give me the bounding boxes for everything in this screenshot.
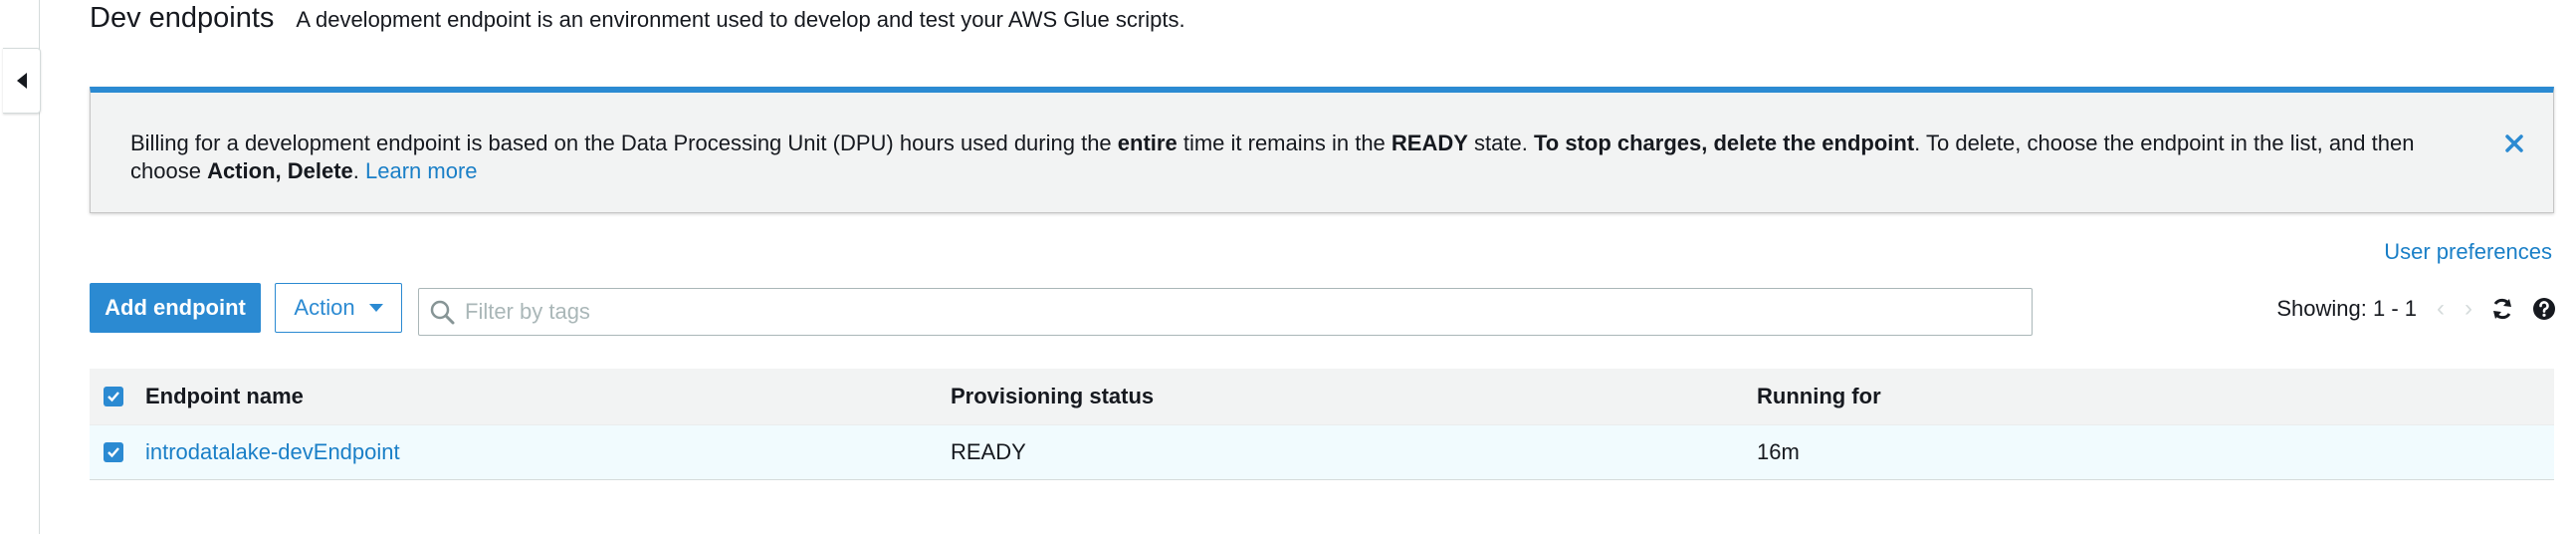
table-header: Endpoint name Provisioning status Runnin…: [90, 369, 2554, 424]
banner-text-part: Billing for a development endpoint is ba…: [130, 131, 1118, 155]
banner-bold-action-delete: Action, Delete: [207, 158, 353, 183]
refresh-icon[interactable]: [2490, 297, 2514, 321]
showing-count: Showing: 1 - 1: [2276, 296, 2417, 321]
row-checkbox[interactable]: [104, 442, 123, 462]
page-description: A development endpoint is an environment…: [296, 7, 1185, 32]
learn-more-link[interactable]: Learn more: [365, 158, 478, 183]
search-icon: [430, 300, 455, 325]
pagination: Showing: 1 - 1 ‹ ›: [2276, 291, 2556, 327]
banner-text-part: time it remains in the: [1177, 131, 1392, 155]
banner-text-part: .: [352, 158, 365, 183]
help-icon[interactable]: [2532, 297, 2556, 321]
running-for-cell: 16m: [1757, 439, 1800, 464]
checkmark-icon: [107, 447, 119, 458]
checkmark-icon: [107, 392, 119, 402]
banner-text-part: state.: [1467, 131, 1534, 155]
banner-bold-stop-charges: To stop charges, delete the endpoint: [1533, 131, 1915, 155]
column-header-endpoint-name[interactable]: Endpoint name: [145, 384, 304, 409]
chevron-down-icon: [368, 304, 383, 312]
info-banner: Billing for a development endpoint is ba…: [90, 87, 2554, 213]
select-all-checkbox[interactable]: [104, 387, 123, 406]
add-endpoint-button[interactable]: Add endpoint: [90, 283, 261, 333]
endpoint-name-link[interactable]: introdatalake-devEndpoint: [145, 439, 400, 465]
action-dropdown-label: Action: [294, 295, 355, 320]
column-header-running-for[interactable]: Running for: [1757, 384, 1881, 409]
page-header: Dev endpoints A development endpoint is …: [90, 2, 1185, 42]
chevron-right-icon[interactable]: ›: [2465, 295, 2472, 323]
banner-bold-ready: READY: [1391, 131, 1468, 155]
action-dropdown-button[interactable]: Action: [275, 283, 402, 333]
caret-left-icon: [16, 73, 27, 89]
close-icon[interactable]: [2503, 133, 2525, 154]
banner-bold-entire: entire: [1117, 131, 1178, 155]
column-header-provisioning-status[interactable]: Provisioning status: [951, 384, 1154, 409]
chevron-left-icon[interactable]: ‹: [2437, 295, 2445, 323]
nav-collapse-toggle[interactable]: [3, 48, 41, 114]
user-preferences-link[interactable]: User preferences: [2384, 239, 2552, 265]
banner-text: Billing for a development endpoint is ba…: [130, 130, 2469, 185]
table-row[interactable]: introdatalake-devEndpoint READY 16m: [90, 424, 2554, 480]
filter-search-box[interactable]: [418, 288, 2033, 336]
page-title: Dev endpoints: [90, 2, 275, 34]
endpoints-table: Endpoint name Provisioning status Runnin…: [90, 369, 2554, 480]
provisioning-status-cell: READY: [951, 439, 1026, 464]
search-input[interactable]: [465, 289, 2032, 335]
